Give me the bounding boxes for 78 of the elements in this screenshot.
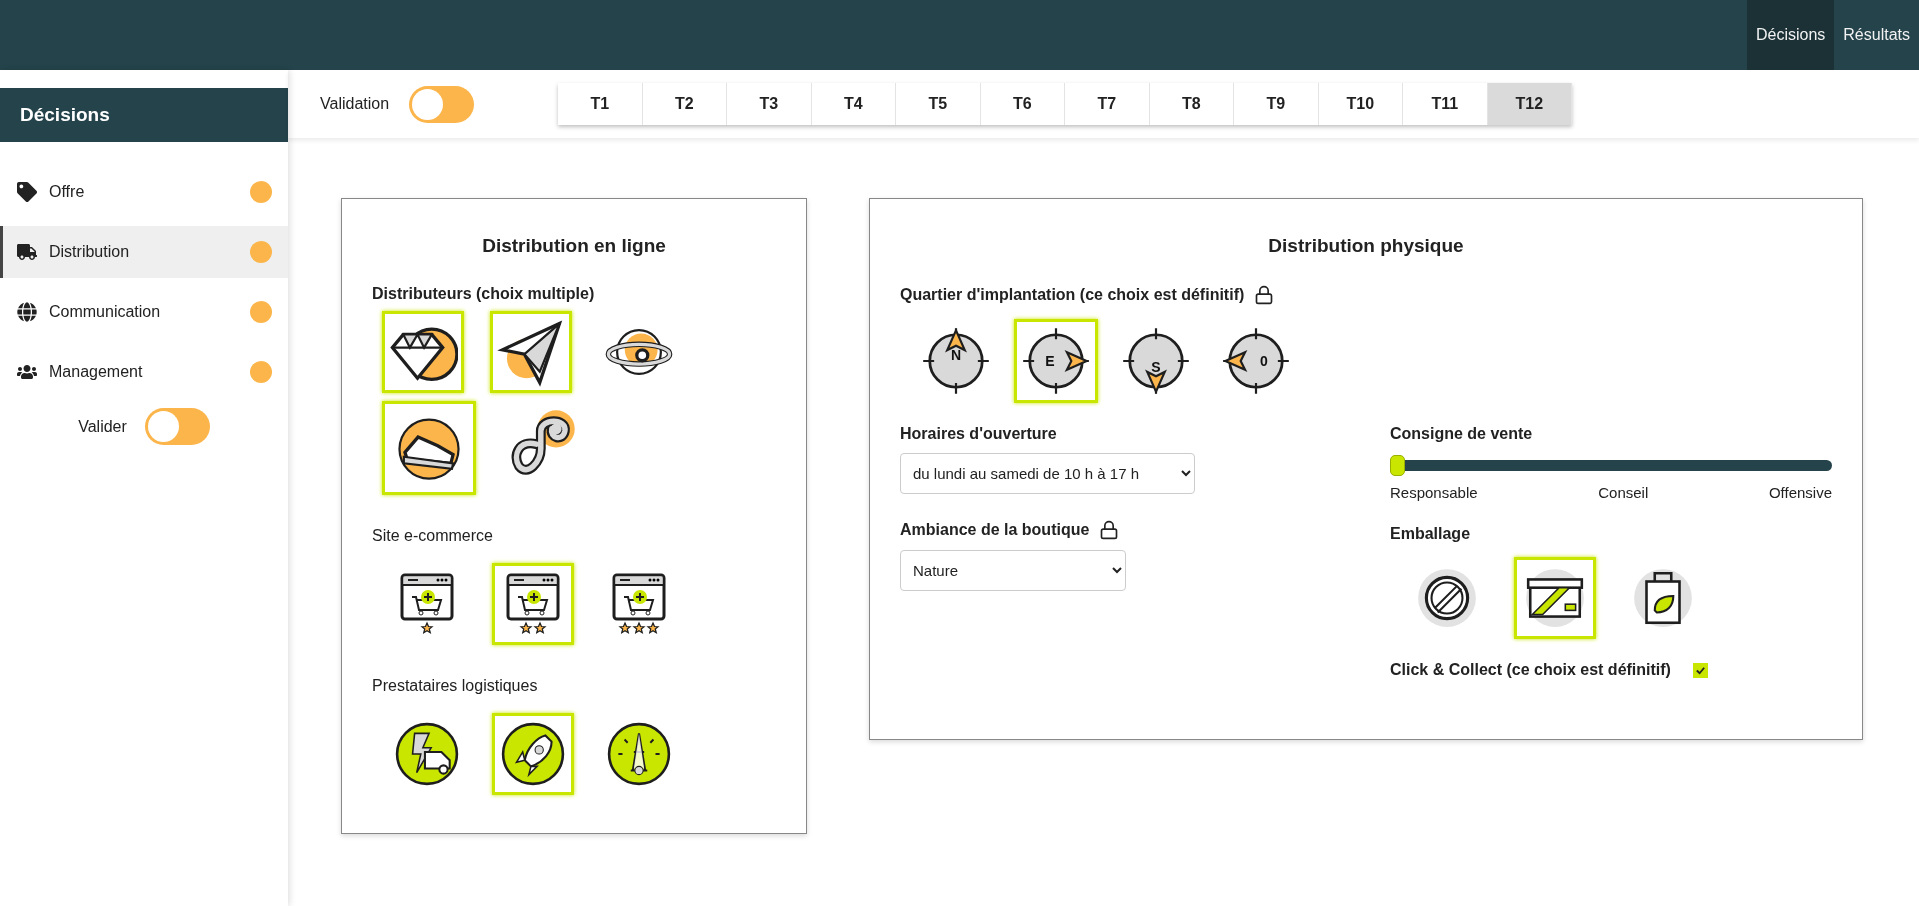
slider-mark-label: Conseil (1598, 484, 1649, 501)
compass-icon (1121, 326, 1191, 396)
nav-link[interactable]: Décisions (1746, 0, 1835, 70)
tag-icon (17, 182, 37, 202)
compass-icon (1221, 326, 1291, 396)
period-tab[interactable]: T5 (896, 83, 981, 125)
sidebar-item[interactable]: Communication (0, 286, 288, 338)
slider-mark-label: Responsable (1390, 484, 1478, 501)
sidebar-label: Offre (49, 183, 86, 201)
status-dot (250, 301, 272, 323)
period-tab[interactable]: T9 (1234, 83, 1319, 125)
shop-cart-stars-icon (400, 573, 454, 635)
period-tab[interactable]: T3 (727, 83, 812, 125)
distributor-option[interactable] (382, 401, 476, 495)
logistics-option[interactable] (492, 713, 574, 795)
section-label: Distributeurs (choix multiple) (372, 285, 596, 303)
sidebar-item[interactable]: Management (0, 346, 288, 398)
shop-cart-stars-icon (612, 573, 666, 635)
click-collect-label: Click & Collect (ce choix est définitif) (1390, 661, 1832, 679)
period-tab[interactable]: T4 (811, 83, 897, 125)
shop-cart-stars-icon (506, 573, 560, 635)
status-dot (250, 241, 272, 263)
distributor-option[interactable] (382, 311, 464, 393)
packaging-option[interactable] (1514, 557, 1596, 639)
field-label: Emballage (1390, 525, 1472, 543)
district-label: Quartier d'implantation (ce choix est définitif) (900, 285, 1832, 305)
sidebar-item[interactable]: Distribution (0, 226, 288, 278)
delivery-truck-icon (394, 721, 460, 787)
truck-icon (17, 242, 37, 262)
globe-icon (17, 302, 37, 322)
period-tab[interactable]: T6 (980, 83, 1066, 125)
validate-label: Valider (78, 417, 127, 436)
section-label: Prestataires logistiques (372, 677, 539, 695)
lock-icon (1254, 285, 1275, 305)
compass-letter: E (1045, 353, 1055, 369)
period-tab[interactable]: T11 (1403, 83, 1488, 125)
ambiance-select[interactable]: Nature (900, 550, 1126, 591)
period-tab[interactable]: T8 (1149, 83, 1235, 125)
slider-thumb[interactable] (1390, 455, 1405, 476)
period-tab[interactable]: T10 (1318, 83, 1404, 125)
sales-slider[interactable] (1390, 455, 1832, 476)
check-icon (1694, 664, 1706, 676)
distributor-option[interactable] (490, 311, 572, 393)
validation-label: Validation (320, 95, 390, 113)
validate-toggle[interactable] (144, 408, 210, 445)
sidebar-item[interactable]: Offre (0, 166, 288, 218)
sidebar-label: Communication (49, 303, 162, 321)
compass-icon (1021, 326, 1091, 396)
compass-letter: N (950, 347, 962, 363)
users-icon (17, 362, 37, 382)
nav-link[interactable]: Résultats (1834, 0, 1919, 70)
sidebar-title: Décisions (0, 88, 288, 142)
period-tab[interactable]: T2 (642, 83, 728, 125)
period-tab[interactable]: T1 (558, 83, 643, 125)
compass-letter: 0 (1260, 353, 1268, 369)
district-option[interactable]: E (1014, 319, 1098, 403)
shop-option[interactable] (492, 563, 574, 645)
compass-letter: S (1151, 359, 1161, 375)
period-tab[interactable]: T7 (1065, 83, 1150, 125)
section-label: Site e-commerce (372, 527, 494, 545)
field-label: Consigne de vente (1390, 425, 1534, 443)
field-label: Ambiance de la boutique (900, 520, 1240, 540)
rocket-icon (500, 721, 566, 787)
field-label: Horaires d'ouverture (900, 425, 1058, 443)
sidebar-label: Distribution (49, 243, 131, 261)
period-tab[interactable]: T12 (1487, 83, 1573, 125)
validation-toggle[interactable] (409, 85, 475, 123)
compass-icon (921, 326, 991, 396)
sidebar-label: Management (49, 363, 144, 381)
lock-icon (1099, 520, 1120, 540)
hours-select[interactable]: du lundi au samedi de 10 h à 17 h (900, 453, 1195, 494)
slider-mark-label: Offensive (1768, 484, 1832, 501)
card-title: Distribution en ligne (481, 235, 667, 257)
eiffel-tower-gauge-icon (606, 721, 672, 787)
status-dot (250, 361, 272, 383)
card-title: Distribution physique (1267, 235, 1465, 257)
click-collect-checkbox[interactable] (1692, 662, 1708, 678)
status-dot (250, 181, 272, 203)
